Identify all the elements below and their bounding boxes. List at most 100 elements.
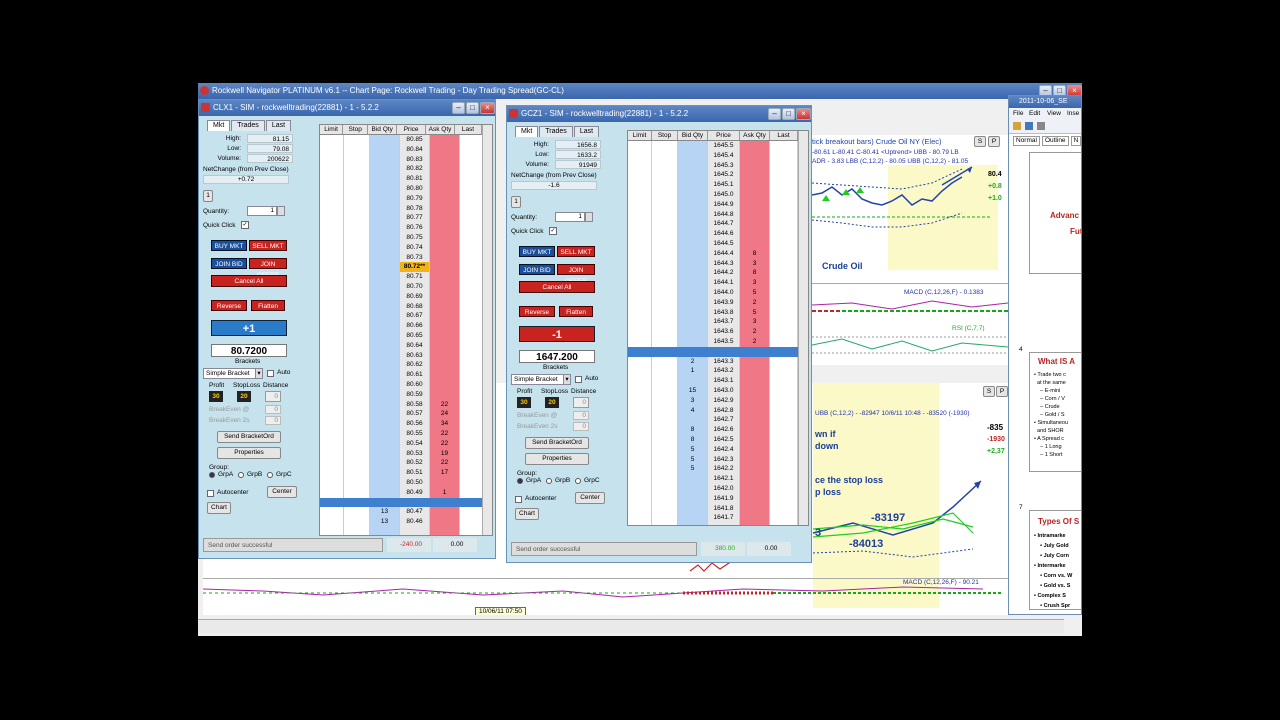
dom2-last-cell[interactable] (770, 161, 797, 171)
dom2-sell-mkt-button[interactable]: SELL MKT (557, 246, 595, 257)
dom1-ask-qty-cell[interactable]: 22 (430, 429, 459, 439)
dom2-bid-qty-cell[interactable] (678, 229, 707, 239)
dom2-limit-cell[interactable] (628, 190, 651, 200)
dom1-bid-qty-cell[interactable] (370, 243, 399, 253)
dom1-price-cell[interactable]: 80.68 (400, 302, 429, 312)
dom2-price-cell[interactable]: 1644.5 (708, 239, 739, 249)
dom1-ask-qty-cell[interactable] (430, 204, 459, 214)
dom1-ladder-scrollbar[interactable] (482, 125, 492, 535)
dom1-ask-qty-cell[interactable]: 22 (430, 458, 459, 468)
dom2-limit-cell[interactable] (628, 494, 651, 504)
dom2-limit-cell[interactable] (628, 141, 651, 151)
dom1-limit-cell[interactable] (320, 272, 343, 282)
dom2-price-cell[interactable]: 1642.1 (708, 474, 739, 484)
dom2-price-cell[interactable]: 1644.1 (708, 278, 739, 288)
dom2-col-stop[interactable]: Stop (652, 131, 678, 140)
dom1-price-cell[interactable]: 80.76 (400, 223, 429, 233)
dom2-limit-cell[interactable] (628, 386, 651, 396)
dom1-limit-cell[interactable] (320, 145, 343, 155)
dom2-ask-qty-cell[interactable] (740, 180, 769, 190)
ppt-menu-insert[interactable]: Inse (1067, 110, 1079, 117)
dom1-limit-cell[interactable] (320, 184, 343, 194)
dom1-bid-qty-cell[interactable] (370, 155, 399, 165)
dom1-breakeven1-input[interactable]: 0 (265, 405, 281, 414)
dom2-price-cell[interactable]: 1644.6 (708, 229, 739, 239)
dom2-bid-qty-cell[interactable] (678, 474, 707, 484)
dom1-price-cell[interactable]: 80.62 (400, 360, 429, 370)
dom1-chart-button[interactable]: Chart (207, 502, 231, 514)
dom2-bid-qty-cell[interactable] (678, 268, 707, 278)
dom1-price-cell[interactable]: 80.49 (400, 488, 429, 498)
dom2-col-last[interactable]: Last (770, 131, 798, 140)
spread-chart-p-button[interactable]: P (996, 386, 1008, 397)
dom1-ask-qty-cell[interactable] (430, 135, 459, 145)
dom2-ask-qty-cell[interactable] (740, 474, 769, 484)
dom1-ask-qty-cell[interactable]: 22 (430, 400, 459, 410)
dom1-col-bid-qty[interactable]: Bid Qty (368, 125, 398, 134)
dom2-bid-qty-cell[interactable] (678, 170, 707, 180)
dom2-bid-qty-cell[interactable]: 2 (678, 357, 707, 367)
dom2-limit-cell[interactable] (628, 161, 651, 171)
dom1-ask-qty-cell[interactable] (430, 282, 459, 292)
dom1-limit-cell[interactable] (320, 321, 343, 331)
dom2-ask-qty-cell[interactable] (740, 219, 769, 229)
dom2-price-cell[interactable]: 1642.3 (708, 455, 739, 465)
dom1-bid-qty-cell[interactable] (370, 311, 399, 321)
dom1-ask-qty-cell[interactable]: 19 (430, 449, 459, 459)
dom1-ask-qty-cell[interactable] (430, 253, 459, 263)
dom2-close-icon[interactable]: × (796, 108, 811, 120)
dom2-bid-qty-cell[interactable] (678, 484, 707, 494)
dom2-ask-qty-cell[interactable] (740, 484, 769, 494)
dom1-price-cell[interactable]: 80.83 (400, 155, 429, 165)
dom1-bid-qty-cell[interactable] (370, 145, 399, 155)
dom2-limit-cell[interactable] (628, 396, 651, 406)
dom1-ask-qty-cell[interactable] (430, 360, 459, 370)
dom2-last-cell[interactable] (770, 337, 797, 347)
dom2-minimize-icon[interactable]: – (768, 108, 781, 120)
dom1-limit-cell[interactable] (320, 253, 343, 263)
dom2-limit-cell[interactable] (628, 455, 651, 465)
dom2-price-cell[interactable]: 1644.9 (708, 200, 739, 210)
dom1-bid-qty-cell[interactable] (370, 400, 399, 410)
dom2-send-bracket-button[interactable]: Send BracketOrd (525, 437, 589, 449)
dom2-col-price[interactable]: Price (708, 131, 740, 140)
dom2-ask-qty-cell[interactable]: 8 (740, 268, 769, 278)
dom2-bid-qty-cell[interactable]: 5 (678, 445, 707, 455)
dom1-bid-qty-cell[interactable] (370, 194, 399, 204)
dom1-limit-cell[interactable] (320, 311, 343, 321)
dom1-price-cell[interactable]: 80.75 (400, 233, 429, 243)
dom2-ask-qty-cell[interactable] (740, 504, 769, 514)
dom2-ask-qty-cell[interactable] (740, 210, 769, 220)
dom1-quick-click-checkbox[interactable]: ✓ (241, 221, 249, 229)
dom2-price-cell[interactable]: 1643.7 (708, 317, 739, 327)
dom2-buy-mkt-button[interactable]: BUY MKT (519, 246, 555, 257)
dom2-autocenter-checkbox[interactable] (515, 496, 522, 503)
dom1-limit-cell[interactable] (320, 409, 343, 419)
dom1-grpA-radio[interactable] (209, 472, 215, 478)
dom2-maximize-icon[interactable]: □ (782, 108, 795, 120)
dom1-price-cell[interactable]: 80.63 (400, 351, 429, 361)
dom1-ask-qty-cell[interactable]: 1 (430, 488, 459, 498)
dom1-ask-qty-cell[interactable] (430, 223, 459, 233)
dom2-bid-qty-cell[interactable]: 4 (678, 406, 707, 416)
dom1-limit-cell[interactable] (320, 429, 343, 439)
dom1-limit-cell[interactable] (320, 370, 343, 380)
dom2-last-cell[interactable] (770, 504, 797, 514)
dom2-limit-cell[interactable] (628, 464, 651, 474)
dom-window-cl[interactable]: CLX1 - SIM - rockwelltrading(22881) - 1 … (198, 99, 496, 559)
dom1-center-button[interactable]: Center (267, 486, 297, 498)
dom1-titlebar[interactable]: CLX1 - SIM - rockwelltrading(22881) - 1 … (199, 100, 495, 116)
dom2-chevron-down-icon[interactable]: ▾ (563, 374, 571, 385)
dom1-qty-spinner[interactable] (277, 206, 285, 216)
dom1-bid-qty-cell[interactable] (370, 321, 399, 331)
dom1-limit-cell[interactable] (320, 292, 343, 302)
dom2-price-cell[interactable]: 1642.4 (708, 445, 739, 455)
dom1-reverse-button[interactable]: Reverse (211, 300, 247, 311)
dom2-limit-cell[interactable] (628, 425, 651, 435)
dom1-limit-cell[interactable] (320, 478, 343, 488)
dom2-limit-cell[interactable] (628, 317, 651, 327)
dom1-bid-qty-cell[interactable] (370, 204, 399, 214)
dom2-chart-button[interactable]: Chart (515, 508, 539, 520)
dom2-join-bid-button[interactable]: JOIN BID (519, 264, 555, 275)
dom2-ladder-body[interactable]: 2 1 15 3 4 8 8 5 5 5 1645.5 1645.4 1645.3 1645.2 1645.… (628, 141, 798, 525)
